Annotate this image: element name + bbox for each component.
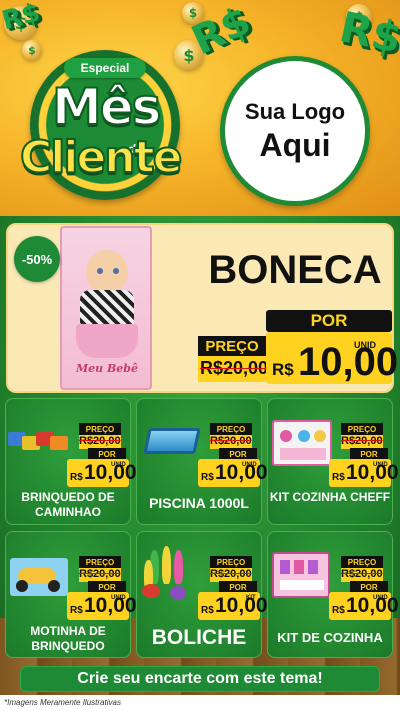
doll-image: Meu Bebê bbox=[60, 226, 152, 390]
badge-word-mes: Mês bbox=[51, 77, 162, 137]
featured-product-name: BONECA bbox=[208, 248, 382, 292]
mes-do-cliente-badge: Especial Mês do Cliente bbox=[19, 50, 198, 210]
currency: R$ bbox=[332, 605, 345, 616]
currency: R$ bbox=[332, 472, 345, 483]
unit-label: KIT bbox=[246, 595, 256, 601]
old-price: R$20,00 bbox=[341, 435, 383, 447]
bowling-toy-image bbox=[140, 546, 200, 602]
disclaimer-text: *Imagens Meramente Ilustrativas bbox=[4, 698, 121, 707]
old-price: R$20,00 bbox=[210, 435, 252, 447]
logo-line2: Aqui bbox=[259, 126, 331, 163]
currency: R$ bbox=[201, 472, 214, 483]
product-name: KIT COZINHA CHEFF bbox=[269, 490, 391, 504]
product-name: PISCINA 1000L bbox=[149, 495, 249, 511]
preco-label: PREÇO bbox=[210, 423, 252, 435]
featured-currency: R$ bbox=[272, 360, 294, 379]
featured-old-price: R$20,00 bbox=[200, 358, 269, 378]
unit-label: UNID bbox=[373, 462, 388, 468]
preco-label: PREÇO bbox=[210, 556, 252, 568]
money-symbol-icon: R$ bbox=[0, 0, 44, 37]
pool-image bbox=[143, 428, 201, 454]
discount-badge: -50% bbox=[14, 236, 60, 282]
header-banner: $ $ $ $ $ R$ R$ R$ Especial Mês do Clien… bbox=[0, 0, 400, 216]
old-price: R$20,00 bbox=[210, 568, 252, 580]
preco-label: PREÇO bbox=[79, 423, 121, 435]
logo-line1: Sua Logo bbox=[244, 98, 346, 124]
badge-word-cliente: Cliente bbox=[19, 131, 183, 184]
new-price: 10,00 bbox=[215, 594, 268, 617]
old-price: R$20,00 bbox=[79, 568, 121, 580]
logo-placeholder[interactable]: Sua Logo Aqui bbox=[220, 56, 370, 206]
preco-label: PREÇO bbox=[341, 556, 383, 568]
featured-por-label: POR bbox=[266, 310, 392, 332]
unit-label: UNID bbox=[373, 595, 388, 601]
money-symbol-icon: R$ bbox=[335, 2, 400, 63]
featured-preco-label: PREÇO bbox=[198, 336, 266, 356]
create-flyer-button[interactable]: Crie seu encarte com este tema! bbox=[20, 666, 380, 692]
unit-label: UNID bbox=[242, 462, 257, 468]
unit-label: UNID bbox=[111, 595, 126, 601]
currency: R$ bbox=[70, 605, 83, 616]
kitchen-toy-image bbox=[272, 420, 332, 466]
motorbike-toy-image bbox=[10, 558, 68, 596]
featured-unit: UNID bbox=[354, 340, 376, 350]
featured-new-price: 10,00 bbox=[298, 340, 399, 384]
product-name: BRINQUEDO DE CAMINHAO bbox=[21, 490, 115, 519]
product-name: MOTINHA DE BRINQUEDO bbox=[30, 624, 106, 653]
kitchen-set-image bbox=[272, 552, 330, 598]
product-name: BOLICHE bbox=[151, 626, 247, 649]
currency: R$ bbox=[70, 472, 83, 483]
badge-ribbon: Especial bbox=[64, 58, 146, 78]
preco-label: PREÇO bbox=[79, 556, 121, 568]
doll-box-label: Meu Bebê bbox=[76, 362, 138, 375]
currency: R$ bbox=[201, 605, 214, 616]
unit-label: UNID bbox=[111, 462, 126, 468]
product-name: KIT DE COZINHA bbox=[277, 630, 383, 645]
old-price: R$20,00 bbox=[341, 568, 383, 580]
old-price: R$20,00 bbox=[79, 435, 121, 447]
preco-label: PREÇO bbox=[341, 423, 383, 435]
truck-toy-image bbox=[8, 428, 68, 458]
